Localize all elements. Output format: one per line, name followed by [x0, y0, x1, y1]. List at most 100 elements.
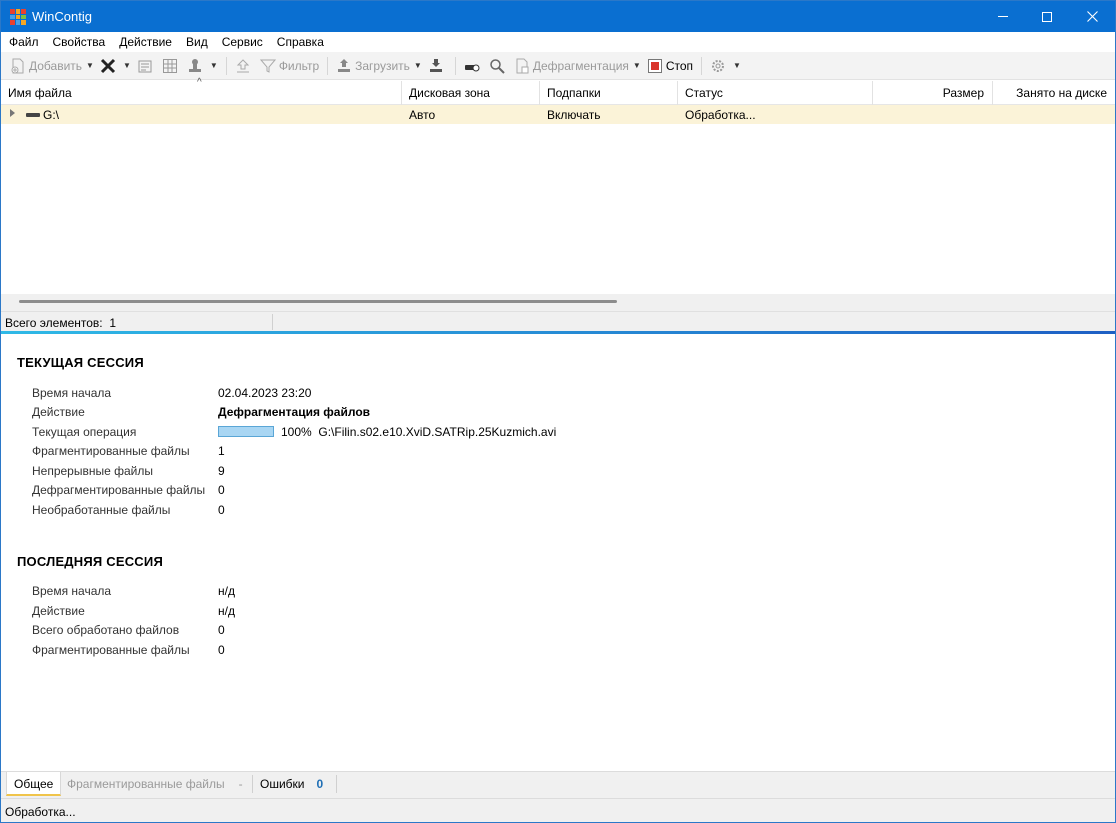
app-window: WinContig Файл Свойства Действие Вид Сер… [0, 0, 1116, 823]
chevron-down-icon[interactable]: ▼ [633, 61, 641, 70]
last-start-value: н/д [218, 584, 235, 598]
analyze-button[interactable] [461, 55, 486, 77]
menu-file[interactable]: Файл [1, 32, 46, 52]
tab-errors[interactable]: Ошибки 0 [253, 772, 330, 796]
menu-action[interactable]: Действие [112, 32, 179, 52]
column-disk-zone[interactable]: Дисковая зона [402, 81, 540, 105]
toolbar-separator [454, 56, 456, 75]
search-icon [490, 58, 505, 74]
gear-icon [712, 59, 725, 72]
horizontal-scrollbar[interactable] [1, 294, 1115, 311]
current-start-label: Время начала [32, 386, 112, 400]
last-start-label: Время начала [32, 584, 112, 598]
settings-button[interactable]: ▼ [707, 55, 744, 77]
maximize-icon [1042, 11, 1052, 22]
properties-button[interactable] [134, 55, 159, 77]
menu-view[interactable]: Вид [179, 32, 215, 52]
tab-general[interactable]: Общее [6, 772, 62, 796]
defrag-icon [516, 58, 529, 73]
title-bar[interactable]: WinContig [1, 1, 1115, 32]
download-button[interactable] [425, 55, 450, 77]
items-count-value: 1 [109, 316, 116, 330]
download-icon [429, 58, 442, 72]
menu-properties[interactable]: Свойства [46, 32, 113, 52]
minimize-icon [998, 16, 1008, 17]
upload-button[interactable] [232, 55, 257, 77]
last-fragmented-value: 0 [218, 643, 225, 657]
properties-icon [138, 60, 152, 72]
chevron-down-icon[interactable]: ▼ [86, 61, 94, 70]
stop-icon [647, 58, 662, 73]
stamp-icon [188, 58, 201, 72]
grid-body [1, 124, 1115, 294]
operation-percent: 100% [281, 425, 312, 439]
current-operation-label: Текущая операция [32, 425, 137, 439]
defrag-button[interactable]: Дефрагментация ▼ [511, 55, 644, 77]
toolbar-separator [701, 56, 703, 75]
column-status[interactable]: Статус [678, 81, 873, 105]
column-subfolders[interactable]: Подпапки [540, 81, 678, 105]
progress-fill [219, 427, 273, 436]
load-icon [338, 58, 351, 72]
stamp-button[interactable]: ▼ [184, 55, 221, 77]
menu-service[interactable]: Сервис [215, 32, 270, 52]
menu-bar: Файл Свойства Действие Вид Сервис Справк… [1, 32, 1115, 52]
stop-button[interactable]: Стоп [644, 55, 696, 77]
scrollbar-thumb[interactable] [19, 300, 617, 303]
add-button[interactable]: Добавить ▼ [7, 55, 97, 77]
maximize-button[interactable] [1024, 1, 1070, 32]
bottom-tabs: Общее Фрагментированные файлы - Ошибки 0 [1, 771, 1115, 798]
chevron-down-icon[interactable]: ▼ [733, 61, 741, 70]
expand-icon[interactable] [10, 109, 15, 117]
cell-disk-zone: Авто [409, 108, 436, 122]
close-button[interactable] [1069, 1, 1115, 32]
close-icon [1086, 11, 1098, 22]
current-operation-value: 100% G:\Filin.s02.e10.XviD.SATRip.25Kuzm… [281, 425, 556, 439]
last-action-label: Действие [32, 604, 85, 618]
toolbar: Добавить ▼ ▼ ▼ Фильтр Загрузить ▼ Дефраг… [1, 52, 1115, 80]
current-session-title: ТЕКУЩАЯ СЕССИЯ [17, 355, 144, 370]
chevron-down-icon[interactable]: ▼ [123, 61, 131, 70]
window-title: WinContig [32, 9, 92, 24]
filter-button[interactable]: Фильтр [257, 55, 322, 77]
filter-label: Фильтр [278, 58, 320, 73]
divider [336, 775, 337, 793]
tab-fragmented-label: Фрагментированные файлы [67, 777, 225, 791]
divider [272, 314, 273, 330]
last-total-value: 0 [218, 623, 225, 637]
last-action-value: н/д [218, 604, 235, 618]
table-row[interactable]: G:\ Авто Включать Обработка... [1, 105, 1115, 124]
current-start-value: 02.04.2023 23:20 [218, 386, 312, 400]
column-size[interactable]: Размер [873, 81, 993, 105]
toolbar-separator [327, 56, 329, 75]
cell-status: Обработка... [685, 108, 756, 122]
add-label: Добавить [29, 58, 83, 73]
status-bar: Обработка... [1, 798, 1115, 822]
app-logo-icon [10, 9, 26, 25]
search-button[interactable] [486, 55, 511, 77]
current-unprocessed-label: Необработанные файлы [32, 503, 171, 517]
filter-icon [259, 59, 276, 73]
load-button[interactable]: Загрузить ▼ [333, 55, 425, 77]
grid-button[interactable] [159, 55, 184, 77]
minimize-button[interactable] [980, 1, 1026, 32]
column-disk-used[interactable]: Занято на диске [993, 81, 1115, 105]
disk-analyze-icon [464, 64, 480, 71]
cell-filename: G:\ [43, 108, 60, 122]
current-unprocessed-value: 0 [218, 503, 225, 517]
defrag-label: Дефрагментация [532, 58, 629, 73]
upload-icon [236, 58, 250, 72]
chevron-down-icon[interactable]: ▼ [210, 61, 218, 70]
current-fragmented-label: Фрагментированные файлы [32, 444, 190, 458]
status-text: Обработка... [5, 805, 76, 819]
remove-button[interactable]: ▼ [97, 55, 134, 77]
current-action-value: Дефрагментация файлов [218, 405, 371, 419]
tab-fragmented-files[interactable]: Фрагментированные файлы - [60, 772, 250, 796]
current-contiguous-value: 9 [218, 464, 225, 478]
stop-label: Стоп [665, 58, 694, 73]
operation-path: G:\Filin.s02.e10.XviD.SATRip.25Kuzmich.a… [318, 425, 557, 439]
chevron-down-icon[interactable]: ▼ [414, 61, 422, 70]
last-total-label: Всего обработано файлов [32, 623, 180, 637]
menu-help[interactable]: Справка [270, 32, 331, 52]
last-session-title: ПОСЛЕДНЯЯ СЕССИЯ [17, 554, 163, 569]
